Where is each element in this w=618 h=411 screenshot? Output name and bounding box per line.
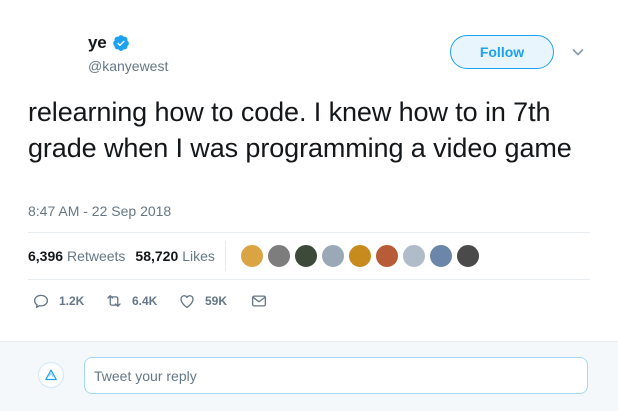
divider-top (28, 232, 590, 233)
viewer-avatar-icon (38, 362, 64, 388)
chevron-down-icon[interactable] (570, 44, 586, 60)
direct-message-action[interactable] (250, 292, 268, 310)
liker-avatar[interactable] (239, 244, 264, 268)
liker-avatar[interactable] (428, 244, 453, 268)
liker-avatar[interactable] (401, 244, 426, 268)
tweet-stats: 6,396 Retweets 58,720 Likes (28, 241, 483, 271)
likes-label: Likes (182, 248, 215, 264)
retweet-action[interactable]: 6.4K (105, 292, 178, 310)
liker-avatar[interactable] (347, 244, 372, 268)
tweet-actions: 1.2K 6.4K 59K (32, 292, 268, 310)
follow-button[interactable]: Follow (450, 35, 554, 69)
liker-avatar[interactable] (455, 244, 480, 268)
reply-icon (33, 294, 49, 309)
liker-avatar[interactable] (293, 244, 318, 268)
reply-action[interactable]: 1.2K (32, 292, 105, 310)
author-handle[interactable]: @kanyewest (88, 58, 168, 74)
tweet-timestamp[interactable]: 8:47 AM - 22 Sep 2018 (28, 203, 171, 219)
divider-bottom (28, 279, 590, 280)
author-name-row: ye (88, 32, 130, 54)
stats-separator (224, 241, 226, 271)
liker-avatar[interactable] (266, 244, 291, 268)
author-display-name[interactable]: ye (88, 33, 107, 53)
verified-badge-icon (112, 34, 130, 52)
liker-avatar[interactable] (320, 244, 345, 268)
retweets-count: 6,396 (28, 248, 64, 264)
liker-avatar[interactable] (374, 244, 399, 268)
envelope-icon (251, 295, 267, 307)
reply-count: 1.2K (59, 294, 85, 308)
author-avatar[interactable] (28, 28, 76, 76)
reply-input[interactable] (84, 357, 588, 394)
like-count: 59K (205, 294, 228, 308)
retweet-count: 6.4K (132, 294, 158, 308)
retweets-stat[interactable]: 6,396 Retweets (28, 248, 125, 264)
heart-icon (180, 295, 194, 309)
likes-stat[interactable]: 58,720 Likes (135, 248, 215, 264)
like-action[interactable]: 59K (178, 292, 250, 310)
retweet-icon (107, 295, 121, 307)
retweets-label: Retweets (67, 248, 126, 264)
liker-avatars (239, 244, 483, 268)
tweet-text: relearning how to code. I knew how to in… (28, 97, 572, 163)
likes-count: 58,720 (135, 248, 179, 264)
